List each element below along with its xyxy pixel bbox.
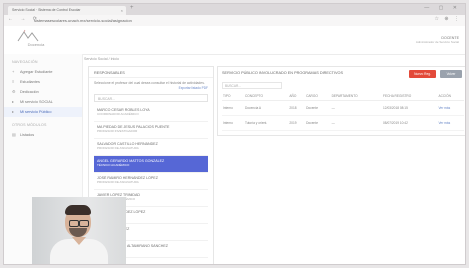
export-link[interactable]: Exportar listado PDF (89, 85, 213, 92)
app-header: Docencia DOCENTE Administrador de Servic… (4, 26, 465, 55)
panel-title: SERVICIO PÚBLICO INVOLUCRADO EN PROGRAMA… (222, 71, 344, 75)
sidebar-item-label: Listados (20, 133, 35, 137)
user-role: Administrador de Servicio Social (415, 40, 459, 44)
table-cell: Docente (305, 100, 331, 116)
table-cell: 2019 (288, 115, 306, 131)
sidebar-item[interactable]: ≡ Estudiantes (4, 77, 82, 87)
sidebar-item[interactable]: ⚙ Dedicación (4, 87, 82, 97)
browser-menu-icons[interactable]: ☆ ⊕ ⋮ (435, 16, 461, 22)
table-cell: Docencia A (243, 100, 289, 116)
sidebar-item-icon: + (12, 69, 15, 74)
sidebar-item-label: Estudiantes (20, 80, 40, 84)
staff-list-item[interactable]: SALVADOR CASTILLO HERNÁNDEZ PROFESOR DE A… (94, 139, 208, 157)
column-header[interactable]: DEPARTAMENTO (330, 92, 383, 101)
user-menu[interactable]: DOCENTE Administrador de Servicio Social (416, 36, 459, 44)
back-button[interactable]: Volver (440, 70, 462, 78)
column-header[interactable]: TIPO (222, 92, 244, 101)
staff-search-input[interactable]: BUSCAR... (94, 94, 208, 103)
column-header[interactable]: CONCEPTO (243, 92, 289, 101)
sidebar-item-icon: ▤ (12, 132, 16, 137)
records-search-input[interactable]: BUSCAR... (222, 82, 282, 89)
sidebar-section-title: OTROS MÓDULOS (12, 123, 47, 127)
staff-role: TÉCNICO ACADÉMICO (97, 163, 130, 168)
row-action-link[interactable]: Ver más (437, 115, 464, 131)
sidebar-item-label: Agregar Estudiante (20, 70, 53, 74)
column-header[interactable]: ACCIÓN (437, 92, 464, 101)
new-record-button[interactable]: Nuevo Reg. (409, 70, 436, 78)
sidebar-section-title: NAVEGACIÓN (12, 60, 38, 64)
row-action-link[interactable]: Ver más (437, 100, 464, 116)
sidebar-item-label: Mi servicio SOCIAL (20, 100, 53, 104)
staff-role: COORDINADOR ACADÉMICO (97, 112, 139, 117)
column-header[interactable]: FECHA REGISTRO (382, 92, 438, 101)
table-cell: Interno (222, 100, 244, 116)
sidebar-item-icon: ▸ (12, 99, 15, 104)
sidebar-item[interactable]: ▤ Listados (4, 130, 82, 140)
logo-mark-icon (17, 29, 39, 42)
staff-list-item[interactable]: JOSÉ RAMIRO HERNÁNDEZ LÓPEZ PROFESOR DE A… (94, 173, 208, 191)
table-cell: 2018 (288, 100, 306, 116)
glasses-icon (69, 220, 79, 227)
table-cell: — (330, 100, 383, 116)
sidebar-item-icon: ≡ (12, 79, 15, 84)
url-field[interactable]: sistemasescolares.unach.mx/servicio-soci… (34, 17, 414, 24)
column-header[interactable]: CARGO (305, 92, 331, 101)
sidebar-item-label: Mi servicio Público (20, 110, 52, 114)
staff-list-item[interactable]: MARCO CESAR ROBLES LOYA COORDINADOR ACADÉ… (94, 105, 208, 123)
tab-close-icon[interactable]: × (121, 6, 123, 15)
sidebar-item-icon: ▸ (12, 109, 15, 114)
panel-description: Seleccione el profesor del cual desea co… (94, 81, 205, 85)
column-header[interactable]: AÑO (288, 92, 306, 101)
table-cell: Tutoría y orient. (243, 115, 289, 131)
sidebar-item-label: Dedicación (20, 90, 39, 94)
webcam-overlay (32, 197, 126, 264)
tab-title: Servicio Social · Sistema de Control Esc… (12, 8, 81, 12)
browser-tab[interactable]: Servicio Social · Sistema de Control Esc… (8, 6, 126, 15)
logo[interactable]: Docencia (16, 29, 56, 51)
new-tab-icon[interactable]: + (130, 5, 134, 11)
records-panel: SERVICIO PÚBLICO INVOLUCRADO EN PROGRAMA… (217, 66, 465, 136)
sidebar-item-icon: ⚙ (12, 89, 16, 94)
table-cell: 08/07/2019 10:42 (382, 115, 438, 131)
table-cell: Interno (222, 115, 244, 131)
sidebar-item[interactable]: ▸ Mi servicio SOCIAL (4, 97, 82, 107)
table-cell: Docente (305, 115, 331, 131)
logo-text: Docencia (27, 42, 45, 47)
table-cell: — (330, 115, 383, 131)
staff-role: PROFESOR INVESTIGADOR (97, 129, 138, 134)
table-row[interactable]: Interno Tutoría y orient. 2019 Docente —08/0… (222, 115, 464, 131)
table-row[interactable]: Interno Docencia A 2018 Docente —12/03/2018 … (222, 100, 464, 116)
window-controls[interactable]: — ▢ ✕ (424, 5, 461, 11)
breadcrumb: Servicio Social / Inicio (84, 57, 119, 61)
staff-role: PROFESOR DE ASIGNATURA (97, 146, 139, 151)
staff-role: PROFESOR DE ASIGNATURA (97, 180, 139, 185)
staff-list-item[interactable]: ANGEL GERARDO MATTOS GONZÁLEZ TÉCNICO ACA… (94, 156, 208, 174)
table-cell: 12/03/2018 08:15 (382, 100, 438, 116)
sidebar-item[interactable]: + Agregar Estudiante (4, 67, 82, 77)
sidebar-item[interactable]: ▸ Mi servicio Público (4, 107, 82, 117)
panel-title: RESPONSABLES (89, 67, 213, 78)
staff-list-item[interactable]: MA PIEDAD DE JESUS PALACIOS PUENTE PROFES… (94, 122, 208, 140)
records-table: TIPO CONCEPTO AÑO CARGO DEPARTAMENTO FECHA RE… (222, 92, 464, 131)
